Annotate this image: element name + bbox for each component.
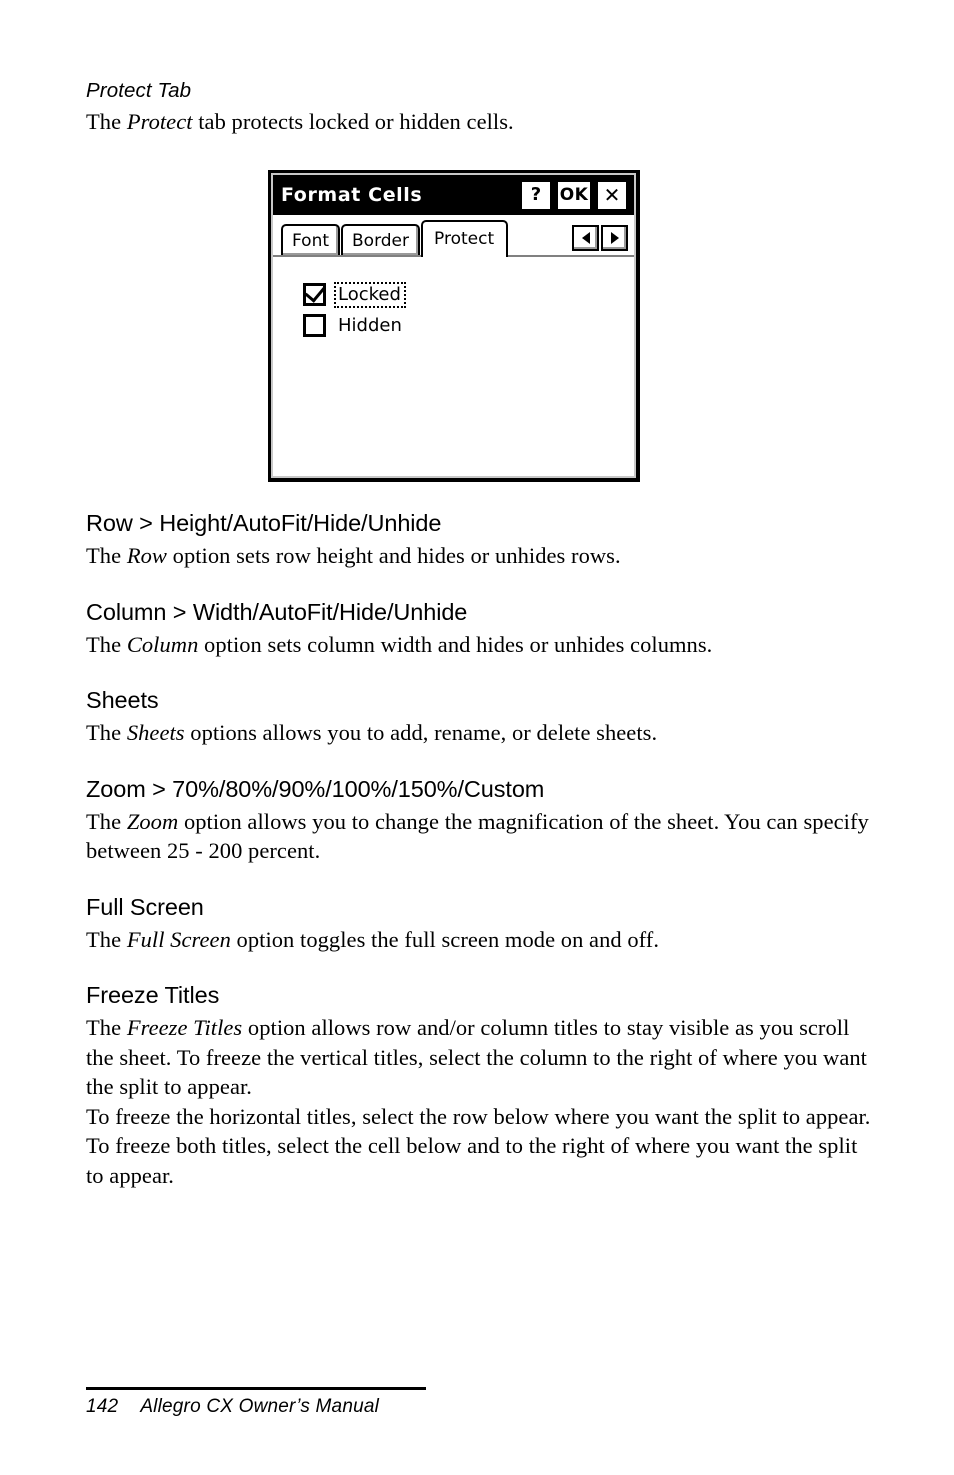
section-zoom: Zoom > 70%/80%/90%/100%/150%/Custom The … [86, 774, 876, 866]
tab-font[interactable]: Font [281, 224, 341, 255]
dialog-tabstrip: Font Border Protect [273, 215, 634, 257]
checkbox-row-hidden[interactable]: Hidden [303, 314, 634, 337]
figure-format-cells-dialog: Format Cells ? OK ✕ Font Border Protect [268, 170, 640, 482]
body-text-emphasis: Row [126, 543, 167, 568]
section-body-full-screen: The Full Screen option toggles the full … [86, 925, 876, 955]
section-heading-freeze-titles: Freeze Titles [86, 982, 220, 1008]
body-text-prefix: The [86, 720, 127, 745]
page-footer: 142 Allegro CX Owner’s Manual [86, 1387, 586, 1418]
tab-border[interactable]: Border [341, 224, 421, 255]
help-button[interactable]: ? [520, 179, 552, 211]
triangle-left-icon [581, 232, 590, 244]
ok-button[interactable]: OK [556, 179, 592, 211]
close-button[interactable]: ✕ [596, 179, 628, 211]
section-heading-column: Column > Width/AutoFit/Hide/Unhide [86, 598, 468, 625]
dialog-tab-content-protect: Locked Hidden [273, 257, 634, 476]
checkbox-hidden[interactable] [303, 314, 326, 337]
body-text-suffix: options allows you to add, rename, or de… [184, 720, 658, 745]
checkbox-label-hidden[interactable]: Hidden [336, 315, 405, 337]
section-full-screen: Full Screen The Full Screen option toggl… [86, 892, 876, 955]
section-body-zoom: The Zoom option allows you to change the… [86, 807, 876, 866]
body-text-suffix: option allows you to change the magnific… [86, 808, 869, 864]
dialog-inner-frame: Format Cells ? OK ✕ Font Border Protect [271, 173, 636, 478]
body-text-prefix: The [86, 926, 127, 952]
body-text-emphasis: Protect [126, 109, 193, 134]
body-text-prefix: The [86, 109, 127, 134]
section-heading-full-screen: Full Screen [86, 893, 204, 920]
section-body-freeze-titles-2: To freeze the horizontal titles, select … [86, 1103, 871, 1188]
tab-scroll-controls [572, 225, 628, 251]
body-text-emphasis: Zoom [126, 808, 179, 834]
section-body-freeze-titles: The Freeze Titles option allows row and/… [86, 1013, 876, 1102]
body-text-suffix: option sets column width and hides or un… [198, 631, 713, 657]
checkbox-label-locked[interactable]: Locked [334, 281, 406, 308]
body-text-suffix: option sets row height and hides or unhi… [166, 543, 621, 568]
sections-below-figure: Row > Height/AutoFit/Hide/Unhide The Row… [86, 508, 876, 1190]
section-body-sheets: The Sheets options allows you to add, re… [86, 718, 876, 748]
dialog-title: Format Cells [281, 184, 423, 206]
page-number: 142 [86, 1396, 119, 1417]
footer-rule [86, 1387, 426, 1390]
triangle-right-icon [610, 232, 619, 244]
body-text-emphasis: Column [126, 631, 199, 657]
body-text-emphasis: Full Screen [126, 926, 231, 952]
section-heading-zoom: Zoom > 70%/80%/90%/100%/150%/Custom [86, 775, 545, 802]
checkbox-row-locked[interactable]: Locked [303, 281, 634, 308]
tab-scroll-right-button[interactable] [601, 225, 628, 251]
section-protect-tab: Protect Tab The Protect tab protects loc… [86, 78, 876, 137]
body-text-prefix: The [86, 631, 127, 657]
tab-protect[interactable]: Protect [421, 220, 509, 257]
section-body-column: The Column option sets column width and … [86, 630, 876, 660]
body-text-suffix: option toggles the full screen mode on a… [230, 926, 660, 952]
dialog-window: Format Cells ? OK ✕ Font Border Protect [268, 170, 640, 482]
tab-scroll-left-button[interactable] [572, 225, 599, 251]
dialog-titlebar: Format Cells ? OK ✕ [273, 175, 634, 215]
body-text-prefix: The [86, 808, 127, 834]
section-freeze-titles: Freeze Titles The Freeze Titles option a… [86, 980, 876, 1190]
body-text-prefix: The [86, 1015, 127, 1040]
section-heading-row: Row > Height/AutoFit/Hide/Unhide [86, 510, 442, 536]
section-body-protect-tab: The Protect tab protects locked or hidde… [86, 107, 876, 137]
section-row: Row > Height/AutoFit/Hide/Unhide The Row… [86, 508, 876, 571]
section-heading-sheets: Sheets [86, 687, 159, 713]
section-heading-protect-tab: Protect Tab [86, 79, 192, 102]
body-text-suffix: tab protects locked or hidden cells. [192, 109, 514, 134]
body-text-prefix: The [86, 543, 127, 568]
section-body-row: The Row option sets row height and hides… [86, 541, 876, 571]
body-text-emphasis: Sheets [126, 720, 185, 745]
body-text-emphasis: Freeze Titles [126, 1015, 243, 1040]
manual-page: Protect Tab The Protect tab protects loc… [0, 0, 954, 1475]
check-mark-icon [304, 281, 326, 303]
footer-content: 142 Allegro CX Owner’s Manual [86, 1396, 586, 1418]
section-column: Column > Width/AutoFit/Hide/Unhide The C… [86, 597, 876, 660]
section-sheets: Sheets The Sheets options allows you to … [86, 685, 876, 748]
footer-manual-title: Allegro CX Owner’s Manual [140, 1396, 380, 1417]
checkbox-locked[interactable] [303, 281, 326, 306]
